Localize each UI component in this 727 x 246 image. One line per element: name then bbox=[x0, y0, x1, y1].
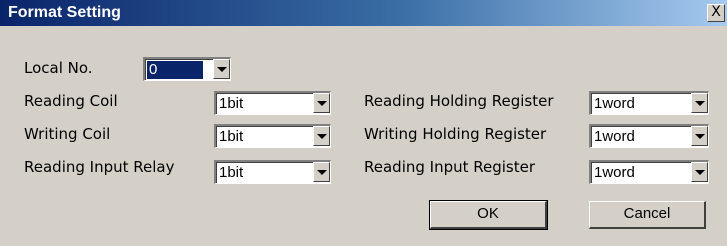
ok-button[interactable]: OK bbox=[429, 200, 548, 230]
chevron-down-icon[interactable] bbox=[313, 126, 330, 146]
chevron-down-icon[interactable] bbox=[313, 93, 330, 113]
chevron-down-icon[interactable] bbox=[691, 162, 708, 182]
close-icon[interactable]: X bbox=[707, 4, 725, 22]
chevron-down-icon[interactable] bbox=[313, 162, 330, 182]
cancel-button[interactable]: Cancel bbox=[589, 201, 706, 229]
chevron-down-icon[interactable] bbox=[691, 93, 708, 113]
reading-coil-select[interactable]: 1bit bbox=[214, 91, 331, 115]
reading-input-register-select[interactable]: 1word bbox=[589, 160, 709, 184]
format-setting-dialog: Format Setting X Local No. 0 Reading Coi… bbox=[0, 0, 727, 246]
reading-input-register-label: Reading Input Register bbox=[364, 158, 536, 176]
chevron-down-icon[interactable] bbox=[213, 59, 230, 79]
reading-holding-register-select[interactable]: 1word bbox=[589, 91, 709, 115]
writing-holding-register-value: 1word bbox=[594, 128, 635, 145]
reading-coil-label: Reading Coil bbox=[24, 92, 118, 110]
local-no-value: 0 bbox=[147, 61, 203, 79]
local-no-select[interactable]: 0 bbox=[143, 57, 231, 81]
reading-holding-register-value: 1word bbox=[594, 95, 635, 112]
dialog-title: Format Setting bbox=[8, 4, 121, 21]
reading-input-relay-select[interactable]: 1bit bbox=[214, 160, 331, 184]
chevron-down-icon[interactable] bbox=[691, 126, 708, 146]
writing-holding-register-select[interactable]: 1word bbox=[589, 124, 709, 148]
reading-input-register-value: 1word bbox=[594, 164, 635, 181]
writing-coil-label: Writing Coil bbox=[24, 125, 111, 143]
title-bar[interactable]: Format Setting X bbox=[0, 0, 727, 26]
reading-input-relay-label: Reading Input Relay bbox=[24, 158, 175, 176]
reading-coil-value: 1bit bbox=[219, 95, 244, 112]
local-no-label: Local No. bbox=[24, 59, 93, 77]
reading-input-relay-value: 1bit bbox=[219, 164, 244, 181]
writing-holding-register-label: Writing Holding Register bbox=[364, 125, 547, 143]
reading-holding-register-label: Reading Holding Register bbox=[364, 92, 554, 110]
writing-coil-value: 1bit bbox=[219, 128, 244, 145]
writing-coil-select[interactable]: 1bit bbox=[214, 124, 331, 148]
